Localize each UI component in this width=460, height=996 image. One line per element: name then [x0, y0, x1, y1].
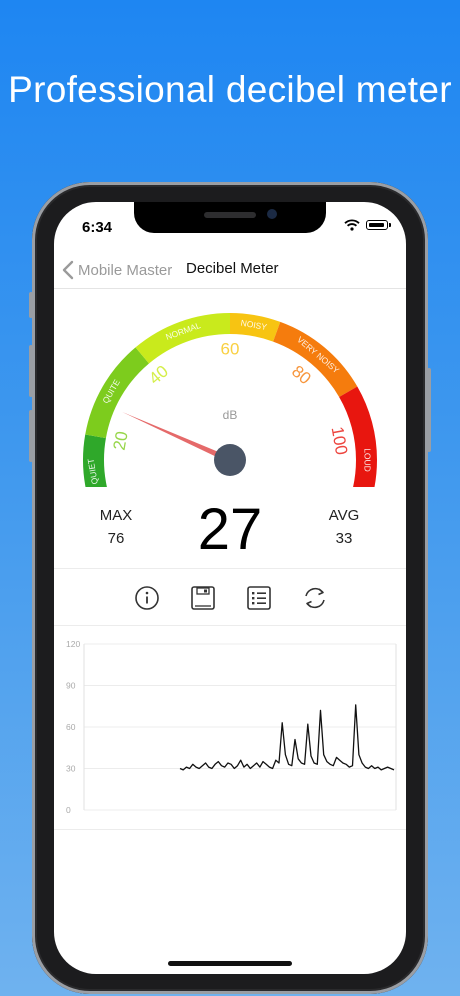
back-button[interactable]: Mobile Master — [62, 260, 172, 280]
chart-y-tick-label: 90 — [66, 681, 76, 691]
gauge-band — [273, 321, 358, 397]
status-icons — [344, 219, 391, 231]
status-time: 6:34 — [82, 219, 113, 236]
gauge-tick-label: 100 — [328, 425, 352, 456]
battery-icon — [366, 220, 391, 230]
divider — [54, 625, 406, 626]
front-camera — [267, 209, 277, 219]
home-indicator — [168, 961, 292, 966]
gauge-tick-label: 20 — [110, 430, 132, 452]
chart-y-tick-label: 60 — [66, 722, 76, 732]
divider — [54, 568, 406, 569]
gauge-band — [135, 313, 230, 364]
avg-label: AVG — [328, 507, 360, 524]
wifi-icon — [344, 219, 360, 231]
readings-panel: MAX 76 27 AVG 33 — [54, 497, 406, 573]
nav-title: Decibel Meter — [186, 260, 279, 277]
notch — [134, 202, 326, 233]
gauge-tick-label: 80 — [288, 362, 315, 389]
chart-y-tick-label: 30 — [66, 764, 76, 774]
max-reading: MAX 76 — [81, 507, 151, 547]
current-decibel-value: 27 — [197, 497, 263, 562]
gauge-tick-label: 60 — [221, 339, 240, 358]
avg-value: 33 — [335, 530, 353, 547]
headline: Professional decibel meter — [8, 69, 452, 110]
refresh-icon[interactable] — [301, 584, 329, 612]
speaker — [204, 212, 256, 218]
chevron-left-icon — [62, 260, 74, 280]
gauge-band — [85, 347, 150, 439]
back-label: Mobile Master — [78, 261, 173, 279]
save-icon[interactable] — [189, 584, 217, 612]
chart-y-tick-label: 120 — [66, 639, 80, 649]
max-label: MAX — [99, 507, 133, 524]
list-icon[interactable] — [245, 584, 273, 612]
decibel-series-line — [179, 704, 395, 771]
navigation-bar: Mobile Master Decibel Meter — [54, 252, 406, 289]
toolbar — [54, 576, 406, 622]
phone-screen: 6:34 Mobile Master Decibel Meter VERY QU… — [54, 202, 406, 974]
gauge-unit-label: dB — [223, 408, 238, 422]
max-value: 76 — [107, 530, 125, 547]
gauge-band-label: LOUD — [362, 448, 372, 472]
decibel-gauge: VERY QUIETQUITENORMAL NOISYVERY NOISYLOUD… — [83, 313, 378, 487]
divider — [54, 829, 406, 830]
gauge-tick-label: 40 — [145, 362, 172, 389]
chart-y-tick-label: 0 — [66, 805, 71, 815]
gauge-hub — [214, 444, 246, 476]
info-icon[interactable] — [133, 584, 161, 612]
decibel-history-chart: 0 30 60 90 120 — [66, 639, 397, 815]
avg-reading: AVG 33 — [309, 507, 379, 547]
